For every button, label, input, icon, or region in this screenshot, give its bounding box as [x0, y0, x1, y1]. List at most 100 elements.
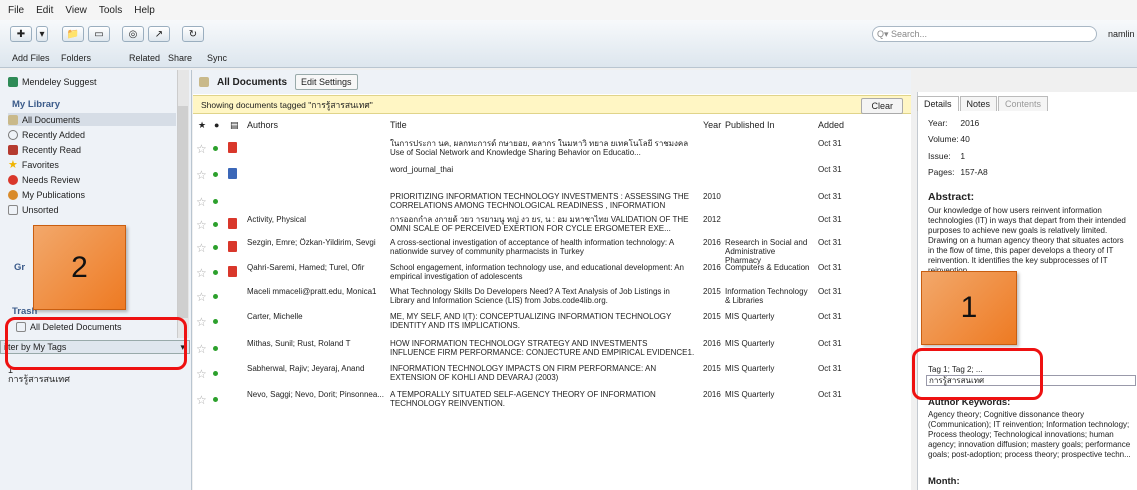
- published-cell: MIS Quarterly: [725, 390, 775, 399]
- file-column-icon[interactable]: ▤: [230, 120, 239, 131]
- published-cell: MIS Quarterly: [725, 364, 775, 373]
- read-status-icon: [213, 270, 218, 275]
- menu-tools[interactable]: Tools: [99, 5, 122, 16]
- volume-field: Volume: 40: [928, 134, 970, 144]
- star-column-icon[interactable]: ★: [198, 120, 206, 131]
- title-cell: INFORMATION TECHNOLOGY IMPACTS ON FIRM P…: [390, 364, 657, 382]
- suggest-icon: [8, 76, 18, 87]
- share-icon[interactable]: ↗: [148, 26, 170, 42]
- keywords-text[interactable]: Agency theory; Cognitive dissonance theo…: [928, 410, 1134, 460]
- sidebar-item-all-documents[interactable]: All Documents: [8, 113, 176, 126]
- pdf-file-icon[interactable]: [228, 142, 237, 153]
- groups-heading: Gr: [14, 262, 26, 273]
- sidebar-item-needs-review[interactable]: Needs Review: [8, 173, 80, 186]
- search-input[interactable]: Q▾ Search...: [872, 26, 1097, 42]
- favorite-star-icon[interactable]: ☆: [196, 266, 207, 280]
- sync-icon[interactable]: ↻: [182, 26, 204, 42]
- tag-filter-item[interactable]: การรู้สารสนเทศ: [8, 372, 70, 385]
- author-cell: Sabherwal, Rajiv; Jeyaraj, Anand: [247, 364, 365, 373]
- menu-view[interactable]: View: [65, 5, 87, 16]
- favorite-star-icon[interactable]: ☆: [196, 367, 207, 381]
- published-cell: Information Technology & Libraries: [725, 287, 808, 305]
- sidebar-item-my-publications[interactable]: My Publications: [8, 188, 85, 201]
- menu-bar: File Edit View Tools Help: [0, 0, 1137, 20]
- column-headers: ★ ● ▤ Authors Title Year Published In Ad…: [193, 120, 911, 133]
- author-cell: Mithas, Sunil; Rust, Roland T: [247, 339, 351, 348]
- favorite-star-icon[interactable]: ☆: [196, 168, 207, 182]
- pdf-file-icon[interactable]: [228, 218, 237, 229]
- favorite-star-icon[interactable]: ☆: [196, 342, 207, 356]
- added-cell: Oct 31: [818, 165, 842, 174]
- read-status-icon: [213, 346, 218, 351]
- menu-edit[interactable]: Edit: [36, 5, 53, 16]
- sidebar-item-mendeley-suggest[interactable]: Mendeley Suggest: [8, 75, 97, 88]
- added-cell: Oct 31: [818, 287, 842, 296]
- authors-column[interactable]: Authors: [247, 120, 278, 130]
- pdf-file-icon[interactable]: [228, 241, 237, 252]
- menu-file[interactable]: File: [8, 5, 24, 16]
- tab-contents[interactable]: Contents: [998, 96, 1049, 111]
- table-row[interactable]: ☆ Carter, Michelle ME, MY SELF, AND I(T): …: [193, 310, 911, 337]
- table-row[interactable]: ☆ Mithas, Sunil; Rust, Roland T HOW INFORM…: [193, 337, 911, 364]
- added-column[interactable]: Added: [818, 120, 844, 130]
- abstract-text[interactable]: Our knowledge of how users reinvent info…: [928, 206, 1132, 276]
- pdf-file-icon[interactable]: [228, 266, 237, 277]
- table-row[interactable]: ☆ Nevo, Saggi; Nevo, Dorit; Pinsonnea... A…: [193, 388, 911, 415]
- abstract-heading: Abstract:: [928, 191, 975, 203]
- year-field: Year: 2016: [928, 118, 980, 128]
- published-cell: MIS Quarterly: [725, 339, 775, 348]
- clear-button[interactable]: Clear: [861, 98, 903, 114]
- pages-field: Pages: 157-A8: [928, 167, 988, 177]
- title-column[interactable]: Title: [390, 120, 407, 130]
- sync-button[interactable]: Sync: [207, 53, 227, 63]
- added-cell: Oct 31: [818, 339, 842, 348]
- favorite-star-icon[interactable]: ☆: [196, 241, 207, 255]
- favorite-star-icon[interactable]: ☆: [196, 315, 207, 329]
- sidebar-item-recently-read[interactable]: Recently Read: [8, 143, 81, 156]
- folder-remove-icon[interactable]: ▭: [88, 26, 110, 42]
- read-status-icon: [213, 371, 218, 376]
- published-column[interactable]: Published In: [725, 120, 775, 130]
- added-cell: Oct 31: [818, 390, 842, 399]
- year-cell: 2015: [703, 364, 721, 373]
- table-row[interactable]: ☆ Sezgin, Emre; Özkan-Yildirim, Sevgi A cr…: [193, 236, 911, 265]
- table-row[interactable]: ☆ Maceli mmaceli@pratt.edu, Monica1 What T…: [193, 285, 911, 312]
- folders-button[interactable]: Folders: [61, 53, 91, 63]
- annotation-box-2: 2: [33, 225, 126, 310]
- add-files-icon[interactable]: ✚: [10, 26, 32, 42]
- tab-notes[interactable]: Notes: [959, 96, 998, 111]
- author-cell: Activity, Physical: [247, 215, 306, 224]
- add-files-button[interactable]: Add Files: [12, 53, 50, 63]
- table-row[interactable]: ☆ word_journal_thai Oct 31: [193, 163, 911, 190]
- sidebar-item-favorites[interactable]: ★ Favorites: [8, 158, 59, 171]
- table-row[interactable]: ☆ Sabherwal, Rajiv; Jeyaraj, Anand INFORMA…: [193, 362, 911, 389]
- table-row[interactable]: ☆ Qahri-Saremi, Hamed; Turel, Ofir School …: [193, 261, 911, 288]
- table-row[interactable]: ☆ ในการประกา นค, ผลกทะการด์ กษายอย, คลากร…: [193, 137, 911, 164]
- author-cell: Sezgin, Emre; Özkan-Yildirim, Sevgi: [247, 238, 376, 247]
- year-column[interactable]: Year: [703, 120, 721, 130]
- favorite-star-icon[interactable]: ☆: [196, 290, 207, 304]
- folder-add-icon[interactable]: 📁: [62, 26, 84, 42]
- tag-filter-banner: Showing documents tagged "การรู้สารสนเทศ…: [193, 95, 911, 114]
- favorite-star-icon[interactable]: ☆: [196, 195, 207, 209]
- menu-help[interactable]: Help: [134, 5, 155, 16]
- sidebar-item-unsorted[interactable]: Unsorted: [8, 203, 59, 216]
- tab-details[interactable]: Details: [917, 96, 959, 111]
- favorite-star-icon[interactable]: ☆: [196, 142, 207, 156]
- related-button[interactable]: Related: [129, 53, 160, 63]
- favorite-star-icon[interactable]: ☆: [196, 393, 207, 407]
- edit-settings-button[interactable]: Edit Settings: [295, 74, 358, 90]
- sidebar-item-recently-added[interactable]: Recently Added: [8, 128, 85, 141]
- share-button[interactable]: Share: [168, 53, 192, 63]
- year-cell: 2015: [703, 287, 721, 296]
- word-file-icon[interactable]: [228, 168, 237, 179]
- chevron-down-icon[interactable]: ▾: [36, 26, 48, 42]
- added-cell: Oct 31: [818, 192, 842, 201]
- toolbar: ✚ ▾ 📁 ▭ ◎ ↗ ↻ Add Files Folders Related …: [0, 20, 1137, 68]
- favorite-star-icon[interactable]: ☆: [196, 218, 207, 232]
- related-icon[interactable]: ◎: [122, 26, 144, 42]
- user-name[interactable]: namlin: [1108, 29, 1135, 39]
- read-column-icon[interactable]: ●: [214, 120, 219, 130]
- sidebar-scroll-thumb[interactable]: [178, 106, 188, 318]
- review-icon: [8, 174, 18, 185]
